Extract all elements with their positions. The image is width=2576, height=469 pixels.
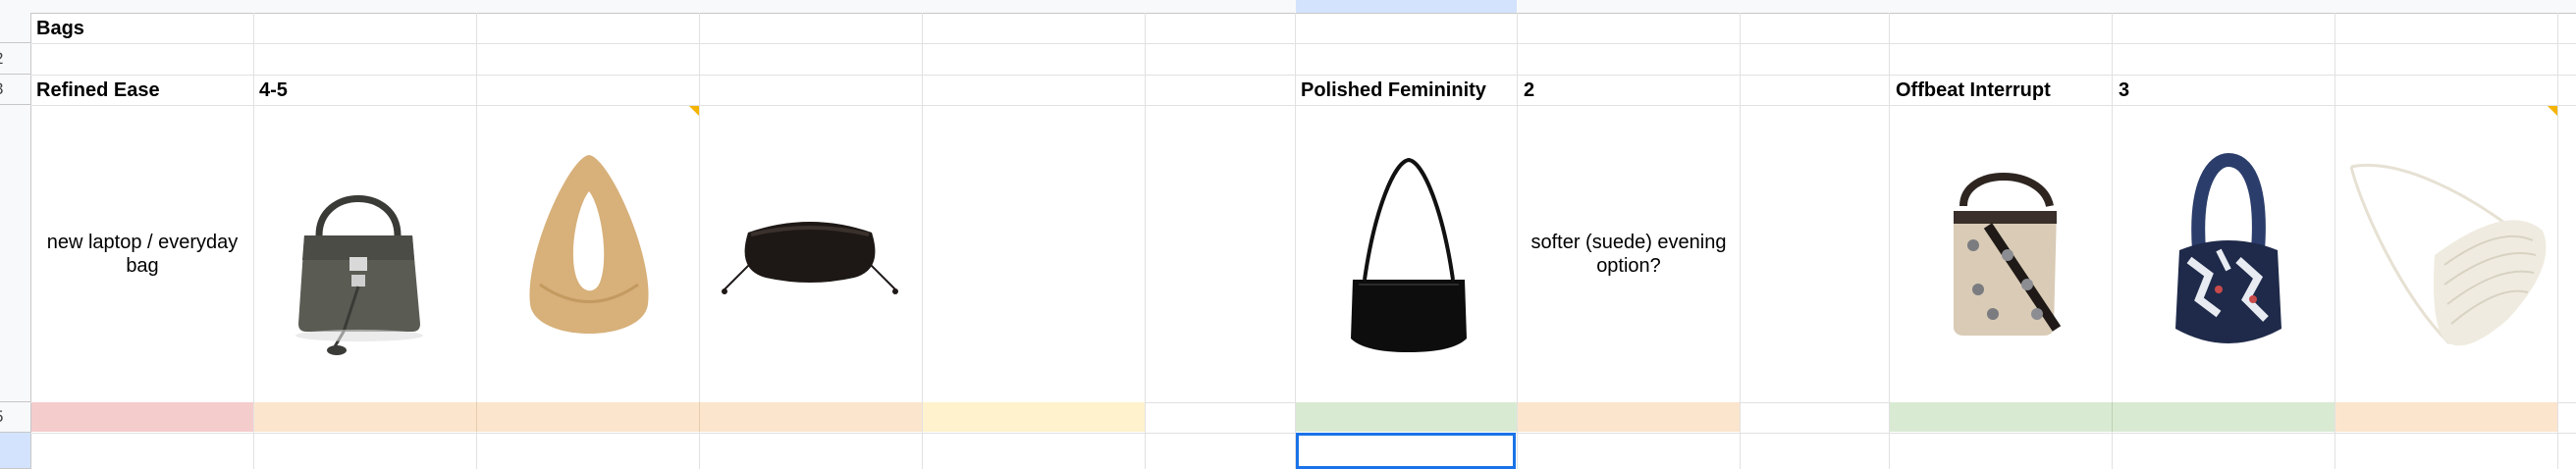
embellished-bucket-bag-image[interactable] bbox=[1934, 167, 2081, 343]
note-refined-ease[interactable]: new laptop / everyday bag bbox=[39, 106, 245, 402]
pleated-cream-shoulder-bag-image[interactable] bbox=[2341, 147, 2557, 363]
grid-line bbox=[699, 402, 700, 432]
grid-line bbox=[699, 13, 700, 469]
selected-column-header[interactable] bbox=[1296, 0, 1517, 13]
grid-line bbox=[30, 43, 2576, 44]
group-name-polished-femininity[interactable]: Polished Femininity bbox=[1301, 76, 1486, 105]
grid-line bbox=[1145, 13, 1146, 469]
comment-indicator-icon[interactable] bbox=[2548, 106, 2557, 116]
group-count-polished-femininity[interactable]: 2 bbox=[1524, 76, 1534, 105]
cell-fill-orange[interactable] bbox=[2335, 402, 2557, 432]
grid-line bbox=[1889, 13, 1890, 469]
grid-line bbox=[2334, 13, 2335, 469]
group-name-offbeat-interrupt[interactable]: Offbeat Interrupt bbox=[1896, 76, 2051, 105]
row-header-6[interactable] bbox=[0, 433, 30, 469]
row-header-4[interactable] bbox=[0, 105, 30, 402]
grid-line bbox=[2557, 13, 2558, 469]
row-header-1[interactable] bbox=[0, 13, 30, 43]
grid-line bbox=[253, 13, 254, 469]
grid-line bbox=[476, 13, 477, 469]
cell-fill-orange[interactable] bbox=[254, 402, 922, 432]
comment-indicator-icon[interactable] bbox=[689, 106, 699, 116]
note-polished-femininity[interactable]: softer (suede) evening option? bbox=[1524, 106, 1734, 402]
printed-hobo-bag-image[interactable] bbox=[2160, 152, 2297, 358]
group-name-refined-ease[interactable]: Refined Ease bbox=[36, 76, 160, 105]
row-header-column[interactable]: 2 3 5 bbox=[0, 13, 31, 469]
grid-line bbox=[1517, 13, 1518, 469]
grid-line bbox=[922, 13, 923, 469]
group-count-refined-ease[interactable]: 4-5 bbox=[259, 76, 288, 105]
column-header-strip[interactable] bbox=[0, 0, 2576, 14]
spreadsheet-grid[interactable]: 2 3 5 Bags Refined Ease 4-5 Polished Fem… bbox=[0, 0, 2576, 469]
black-drawstring-pouch-image[interactable] bbox=[717, 201, 903, 299]
grid-line bbox=[476, 402, 477, 432]
active-cell-selection[interactable] bbox=[1296, 433, 1516, 469]
cell-fill-orange[interactable] bbox=[1518, 402, 1740, 432]
grid-line bbox=[1295, 13, 1296, 469]
cell-fill-yellow[interactable] bbox=[923, 402, 1145, 432]
cell-fill-pink[interactable] bbox=[31, 402, 253, 432]
row-header-2[interactable]: 2 bbox=[0, 43, 30, 75]
grid-line bbox=[2112, 13, 2113, 469]
group-count-offbeat-interrupt[interactable]: 3 bbox=[2119, 76, 2129, 105]
row-header-5[interactable]: 5 bbox=[0, 402, 30, 433]
grey-top-handle-bag-image[interactable] bbox=[275, 167, 442, 363]
woven-raffia-hobo-bag-image[interactable] bbox=[510, 147, 668, 353]
section-title[interactable]: Bags bbox=[36, 14, 84, 43]
row-header-3[interactable]: 3 bbox=[0, 75, 30, 105]
black-shoulder-bag-image[interactable] bbox=[1335, 152, 1482, 358]
grid-line bbox=[2112, 402, 2113, 432]
cell-fill-green[interactable] bbox=[1296, 402, 1517, 432]
grid-line bbox=[30, 105, 2576, 106]
grid-line bbox=[1740, 13, 1741, 469]
